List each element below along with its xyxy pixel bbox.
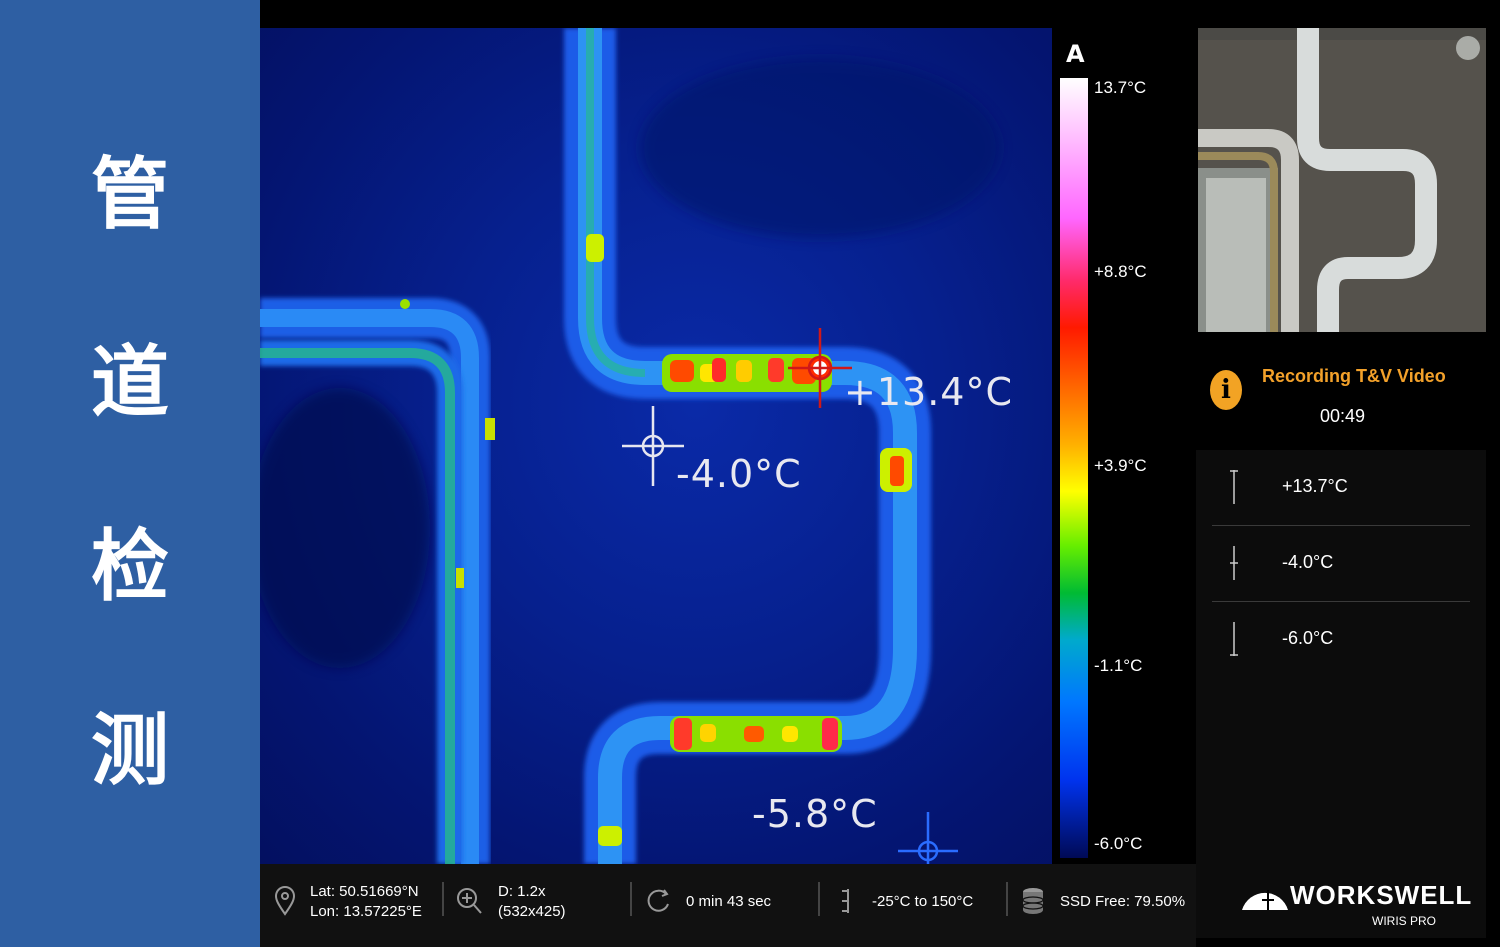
title-char-1: 管 [90,150,169,240]
hot-spot-temperature: +13.4°C [844,370,1013,414]
cold-spot-temperature: -5.8°C [752,792,878,836]
title-char-2: 道 [90,338,169,428]
location-pin-icon [274,886,296,916]
scale-min: -6.0°C [1094,834,1143,853]
thermometer-range-icon [842,889,849,913]
divider [442,882,444,916]
title-char-3: 检 [90,522,169,612]
zoom-level: D: 1.2x [498,883,546,900]
center-spot-temperature: -4.0°C [676,452,802,496]
info-icon: i [1210,370,1242,410]
resolution: (532x425) [498,903,566,920]
recording-duration: 0 min 43 sec [686,893,772,910]
min-marker-icon [1230,622,1238,656]
recording-timer: 00:49 [1320,406,1366,426]
visible-camera-preview[interactable] [1198,28,1486,332]
temperature-range: -25°C to 150°C [872,893,974,910]
scale-tick-1: +8.8°C [1094,262,1147,281]
reading-max: +13.7°C [1212,450,1470,526]
status-bar: Lat: 50.51669°N Lon: 13.57225°E D: 1.2x … [260,864,1196,947]
color-scale: A 13.7°C +8.8°C +3.9°C -1.1°C -6.0°C [1052,28,1196,864]
divider [818,882,820,916]
workswell-logo-icon [1242,890,1288,910]
longitude: Lon: 13.57225°E [310,903,422,920]
reading-min: -6.0°C [1212,602,1470,678]
reading-center-value: -4.0°C [1282,552,1334,572]
latitude: Lat: 50.51669°N [310,883,419,900]
reading-min-value: -6.0°C [1282,628,1334,648]
scale-max: 13.7°C [1094,78,1147,97]
divider [1006,882,1008,916]
center-marker-icon [1230,546,1238,580]
reading-max-value: +13.7°C [1282,476,1348,496]
scale-mode-label: A [1066,40,1085,68]
right-panel: i Recording T&V Video 00:49 +13.7°C -4.0… [1196,28,1500,947]
logo-wordmark: WORKSWELL [1290,880,1473,910]
logo-product: WIRIS PRO [1372,914,1437,928]
reading-center: -4.0°C [1212,526,1470,602]
scale-tick-3: -1.1°C [1094,656,1143,675]
divider [630,882,632,916]
title-char-4: 测 [90,706,169,796]
timer-icon [647,889,669,912]
storage-free: SSD Free: 79.50% [1060,893,1186,910]
visible-scene [1198,28,1486,332]
center-spot-crosshair [622,406,684,486]
title-strip: 管 道 检 测 [0,0,260,947]
max-marker-icon [1230,470,1238,504]
scale-gradient-bar [1060,78,1088,858]
thermal-scene [260,28,1000,864]
workswell-logo: WORKSWELL WIRIS PRO [1196,864,1500,947]
recording-title: Recording T&V Video [1262,366,1446,386]
zoom-in-icon [457,888,482,914]
thermal-image-view[interactable]: +13.4°C -4.0°C -5.8°C [260,28,1052,864]
cold-spot-crosshair [898,812,958,864]
recording-status: i Recording T&V Video 00:49 [1196,336,1500,448]
database-icon [1022,888,1044,914]
scale-tick-2: +3.9°C [1094,456,1147,475]
